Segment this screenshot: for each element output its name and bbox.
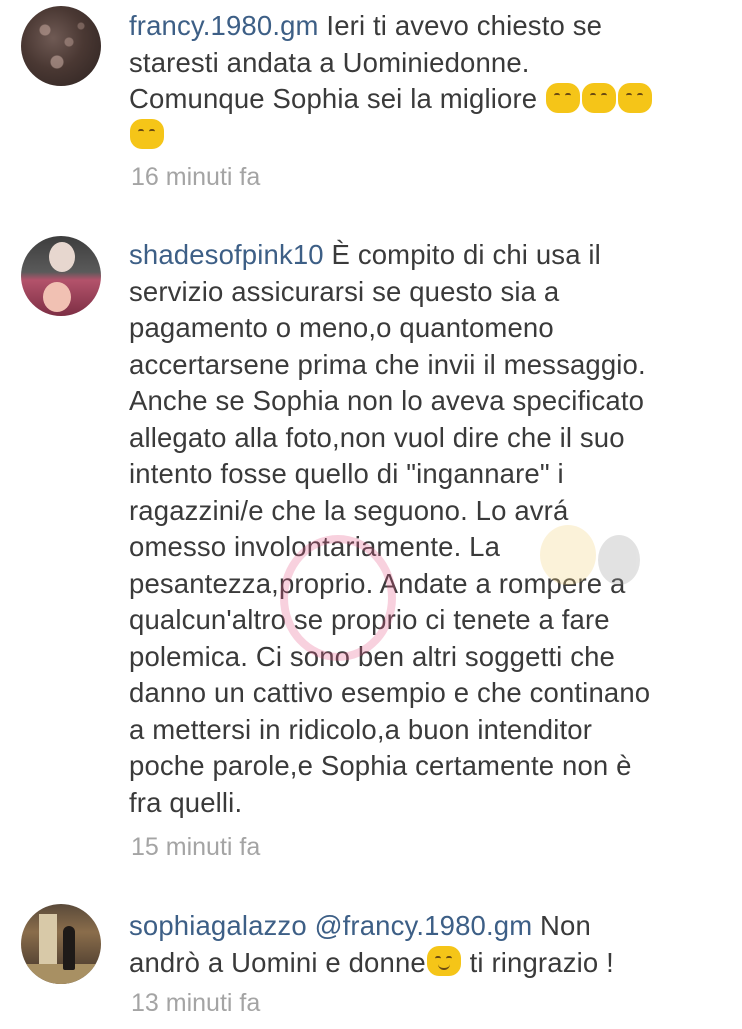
blush-emoji-icon: [130, 119, 164, 150]
avatar-face-bottom: [43, 282, 71, 312]
comment-timestamp: 13 minuti fa: [131, 989, 261, 1017]
comment-username[interactable]: shadesofpink10: [129, 239, 324, 270]
comment-text-line: ragazzini/e che la seguono. Lo avrá: [129, 494, 569, 526]
comment-body: shadesofpink10 È compito di chi usa il s…: [129, 237, 729, 821]
comment-text-line: poche parole,e Sophia certamente non è: [129, 750, 632, 781]
comment-text-line: Ieri ti avevo chiesto se: [326, 10, 603, 41]
avatar[interactable]: [21, 904, 101, 984]
comment-text-line: qualcun'altro se proprio ci tenete a far…: [129, 604, 610, 635]
blush-emoji-icon: [618, 82, 653, 113]
comment-text-line: Anche se Sophia non lo aveva specificato: [129, 385, 645, 416]
avatar-figure: [63, 926, 75, 970]
comment-text-line: accertarsene prima che invii il messaggi…: [129, 348, 646, 380]
avatar[interactable]: [21, 6, 101, 86]
comment-username[interactable]: sophiagalazzo: [129, 910, 307, 941]
comment-text-line: pesantezza,proprio. Andate a rompere a: [129, 567, 626, 599]
comment-body: sophiagalazzo @francy.1980.gm Non andrò …: [129, 908, 729, 981]
comment-text-line: Non: [540, 910, 591, 941]
avatar[interactable]: [21, 236, 101, 316]
comment-text-line: andrò a Uomini e donne: [129, 946, 426, 978]
comment-text-line: polemica. Ci sono ben altri soggetti che: [129, 640, 615, 672]
comment-text-line: intento fosse quello di "ingannare" i: [129, 458, 564, 489]
comment-text-line: servizio assicurarsi se questo sia a: [129, 275, 560, 307]
comment-text-line: staresti andata a Uominiedonne.: [129, 46, 530, 78]
avatar-floor: [21, 964, 101, 984]
avatar-door: [39, 914, 57, 964]
comment-text-line: pagamento o meno,o quantomeno: [129, 312, 554, 343]
blush-emoji-icon: [546, 82, 581, 113]
comment-body: francy.1980.gm Ieri ti avevo chiesto se …: [129, 8, 729, 154]
comment-text-line: omesso involontariamente. La: [129, 531, 501, 562]
comment-text-line: ti ringrazio !: [469, 946, 614, 978]
comment-timestamp: 15 minuti fa: [131, 833, 261, 861]
blush-emoji-icon: [582, 82, 617, 113]
comment-username[interactable]: francy.1980.gm: [129, 10, 319, 41]
smiling-emoji-icon: [426, 946, 461, 977]
comment-text-line: allegato alla foto,non vuol dire che il …: [129, 421, 625, 453]
comment-timestamp: 16 minuti fa: [131, 163, 261, 191]
avatar-face-top: [49, 242, 75, 272]
comment-text-line: Comunque Sophia sei la migliore: [129, 83, 538, 114]
comment-mention-link[interactable]: @francy.1980.gm: [315, 910, 533, 941]
comment-text-line: a mettersi in ridicolo,a buon intenditor: [129, 713, 593, 745]
comment-text-line: fra quelli.: [129, 786, 243, 818]
comment-text-line: È compito di chi usa il: [331, 239, 601, 270]
comment-text-line: danno un cattivo esempio e che continano: [129, 677, 651, 708]
